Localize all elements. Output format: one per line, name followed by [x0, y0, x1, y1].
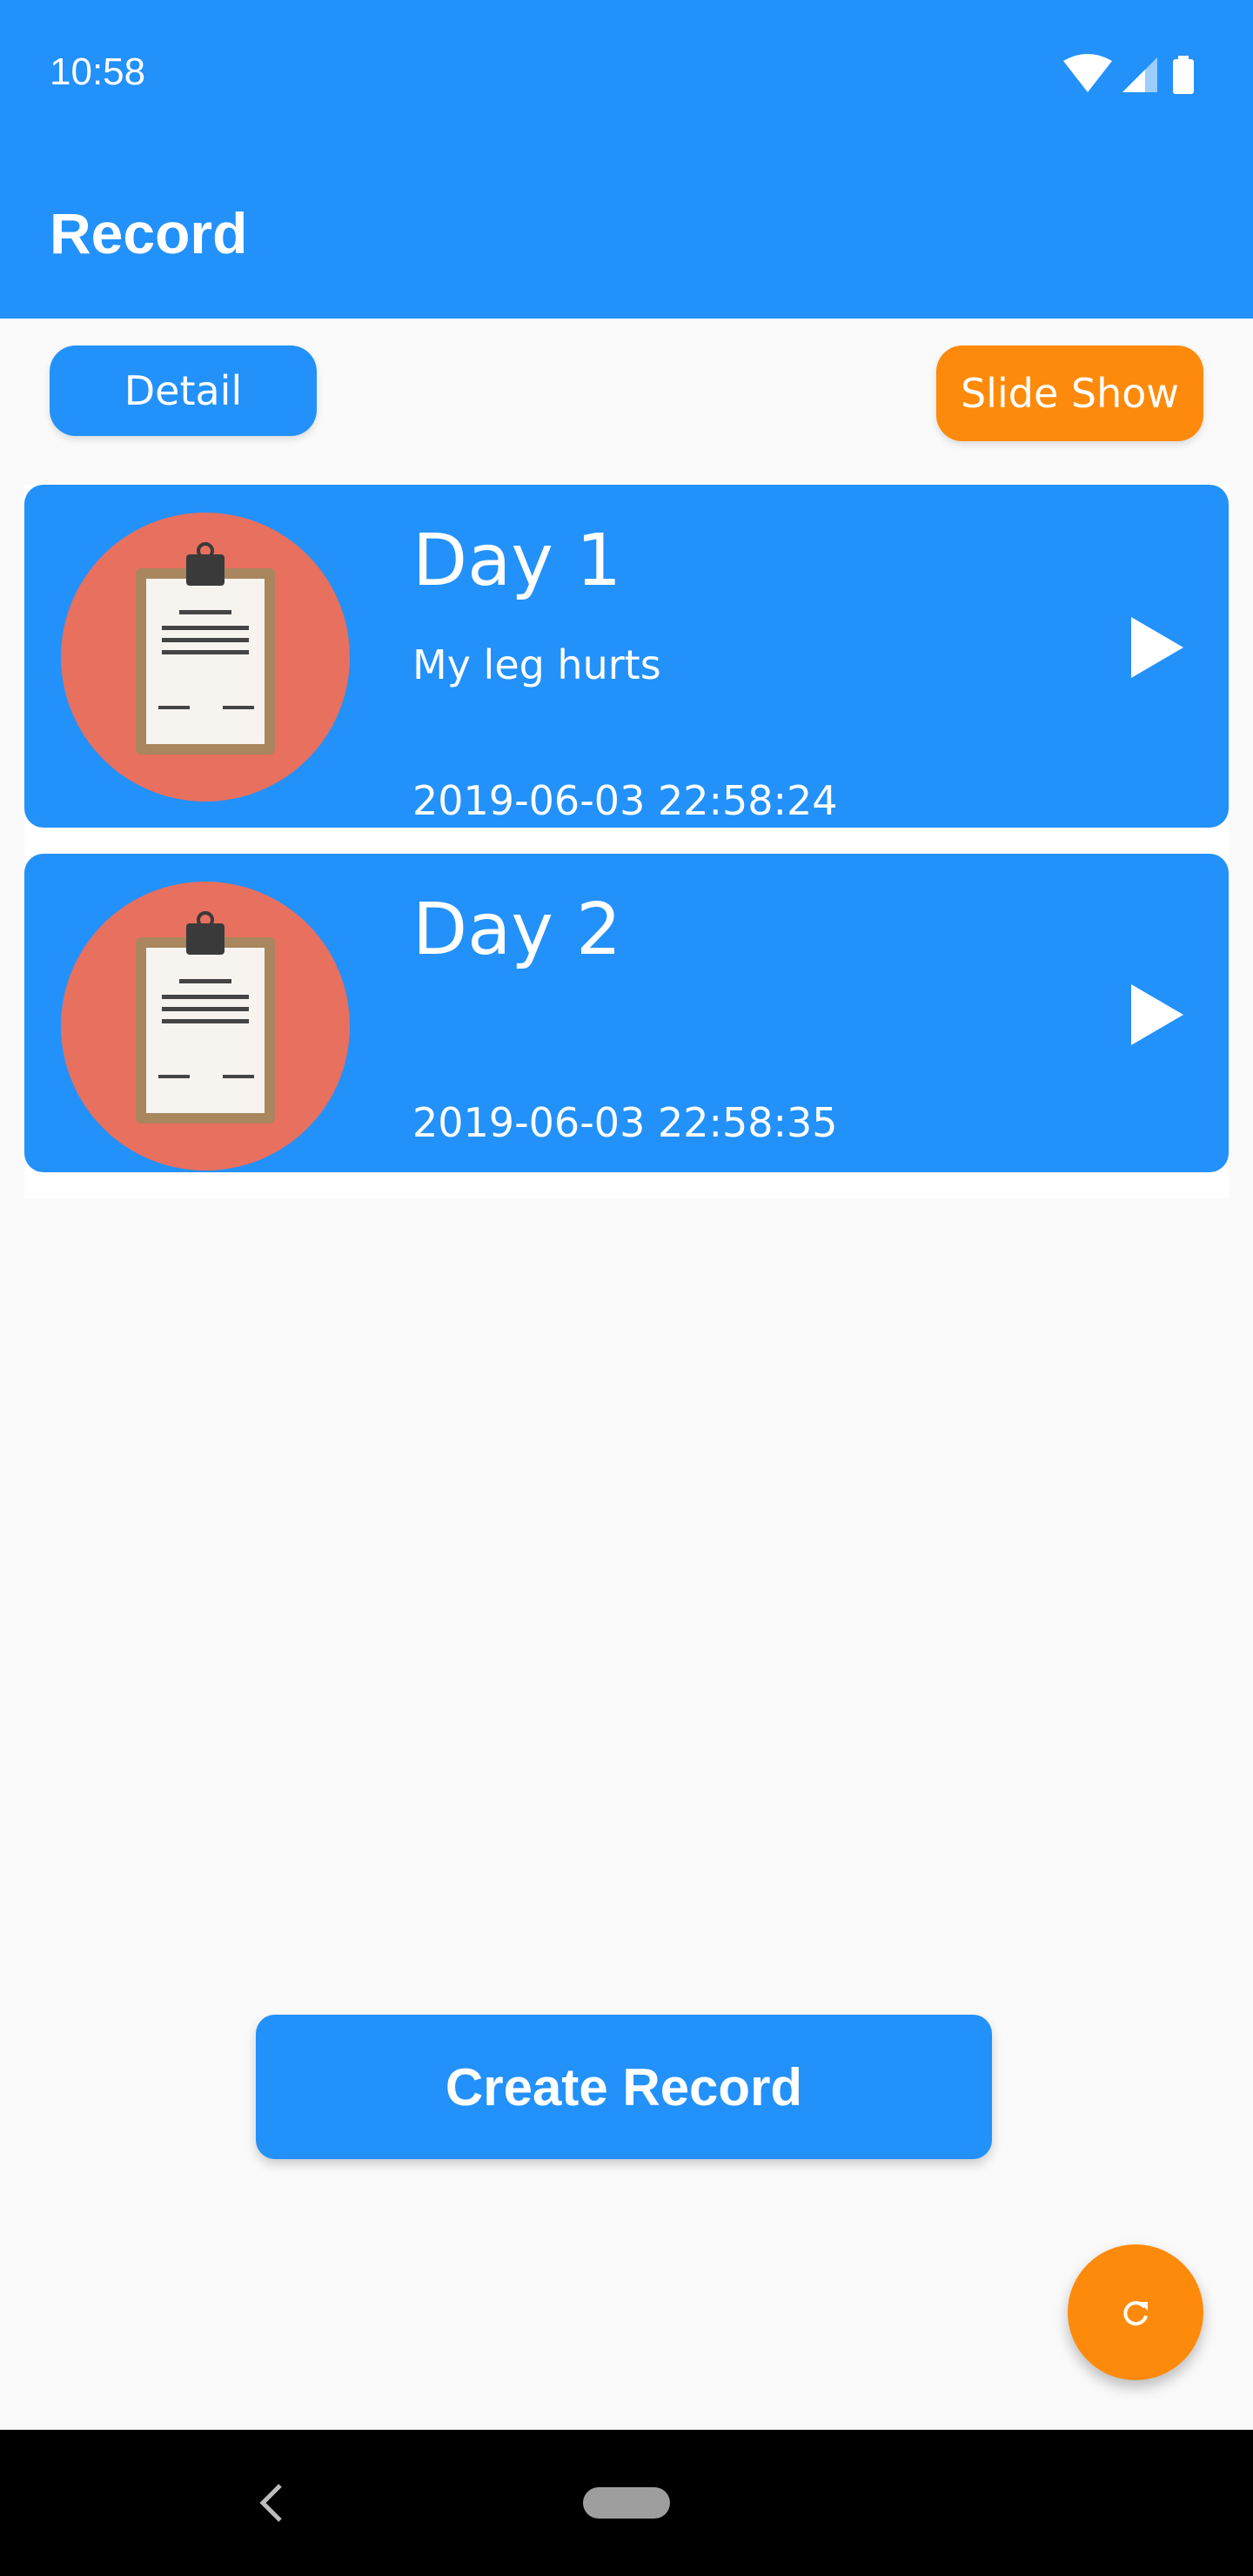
app-bar: 10:58 Record: [0, 0, 1253, 319]
record-card-day-1[interactable]: Day 1 My leg hurts 2019-06-03 22:58:24: [24, 485, 1229, 828]
home-pill-icon[interactable]: [583, 2487, 670, 2519]
record-title: Day 2: [412, 889, 622, 971]
play-icon[interactable]: [1129, 615, 1185, 680]
signal-icon: [1122, 57, 1157, 92]
back-chevron-icon[interactable]: [258, 2482, 284, 2524]
record-note: My leg hurts: [412, 641, 661, 688]
record-title: Day 1: [412, 520, 622, 602]
record-timestamp: 2019-06-03 22:58:24: [412, 777, 838, 824]
refresh-icon: [1123, 2301, 1148, 2326]
record-list: Day 1 My leg hurts 2019-06-03 22:58:24 D…: [24, 485, 1229, 1198]
wifi-icon: [1063, 54, 1112, 92]
system-nav-bar: [0, 2430, 1253, 2576]
page-title: Record: [50, 201, 248, 265]
refresh-fab-button[interactable]: [1068, 2244, 1203, 2380]
clipboard-icon: [61, 513, 350, 802]
status-time: 10:58: [50, 50, 146, 93]
slideshow-button[interactable]: Slide Show: [936, 345, 1203, 441]
clipboard-icon: [61, 882, 350, 1171]
create-record-button[interactable]: Create Record: [256, 2015, 992, 2159]
status-icons: [1063, 54, 1194, 94]
detail-button[interactable]: Detail: [50, 345, 317, 436]
battery-icon: [1173, 56, 1194, 94]
play-icon[interactable]: [1129, 983, 1185, 1047]
record-timestamp: 2019-06-03 22:58:35: [412, 1099, 838, 1146]
record-card-day-2[interactable]: Day 2 2019-06-03 22:58:35: [24, 854, 1229, 1172]
